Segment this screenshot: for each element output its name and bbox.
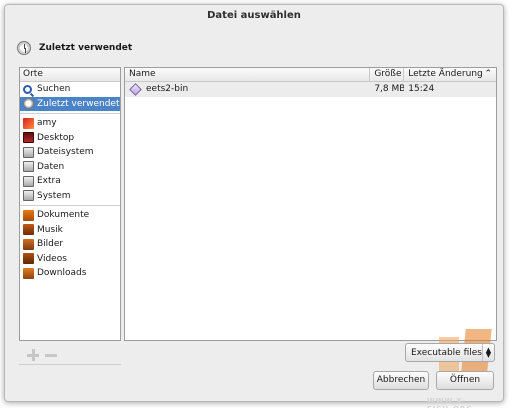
drive-icon [23, 161, 34, 173]
drive-icon [23, 175, 34, 187]
file-chooser-dialog: Datei auswählen Zuletzt verwendet Orte S… [4, 4, 504, 408]
location-bar: Zuletzt verwendet [17, 39, 132, 57]
place-label: Zuletzt verwendet [37, 98, 120, 109]
place-label: Videos [37, 253, 67, 264]
place-label: Bilder [37, 239, 64, 249]
places-sidebar: Orte Suchen Zuletzt verwendet amy Deskto… [19, 67, 121, 341]
place-daten[interactable]: Daten [20, 160, 120, 175]
desktop-icon [23, 132, 34, 144]
place-label: Daten [37, 161, 65, 172]
place-dokumente[interactable]: Dokumente [20, 208, 120, 223]
place-label: System [37, 190, 71, 201]
place-label: Extra [37, 176, 61, 186]
column-modified-label: Letzte Änderung [408, 69, 483, 79]
place-amy[interactable]: amy [20, 116, 120, 131]
music-folder-icon [23, 224, 34, 236]
file-list: Name Größe Letzte Änderung ⌃ eets2-bin 7… [124, 67, 497, 341]
sort-ascending-icon: ⌃ [484, 69, 492, 79]
place-label: amy [37, 118, 57, 128]
remove-bookmark-button[interactable] [45, 349, 57, 361]
pictures-folder-icon [23, 238, 34, 250]
place-extra[interactable]: Extra [20, 174, 120, 189]
file-name: eets2-bin [146, 84, 189, 94]
column-modified-header[interactable]: Letzte Änderung ⌃ [404, 68, 496, 81]
executable-icon [129, 83, 142, 96]
place-bilder[interactable]: Bilder [20, 237, 120, 252]
tools-divider [19, 364, 121, 365]
place-label: Dokumente [37, 210, 90, 220]
documents-folder-icon [23, 209, 34, 221]
place-suchen[interactable]: Suchen [20, 82, 120, 97]
filter-selected-value: Executable files [411, 347, 482, 358]
downloads-folder-icon [23, 267, 34, 279]
watermark-text: WWW.X-FISH.ORG [427, 397, 472, 408]
column-size-header[interactable]: Größe [370, 68, 405, 81]
place-label: Dateisystem [37, 147, 94, 157]
place-musik[interactable]: Musik [20, 223, 120, 238]
file-type-filter[interactable]: Executable files ▲ ▼ [405, 343, 495, 362]
place-system[interactable]: System [20, 189, 120, 204]
place-videos[interactable]: Videos [20, 252, 120, 267]
table-row[interactable]: eets2-bin 7,8 MB 15:24 [125, 82, 496, 97]
drive-icon [23, 190, 34, 202]
place-dateisystem[interactable]: Dateisystem [20, 145, 120, 160]
file-modified: 15:24 [408, 84, 435, 94]
recent-icon [23, 98, 34, 110]
places-separator [20, 205, 120, 206]
videos-folder-icon [23, 253, 34, 265]
up-down-arrows-icon: ▲ ▼ [482, 344, 494, 361]
add-bookmark-button[interactable] [27, 349, 39, 361]
home-folder-icon [23, 117, 34, 129]
place-label: Suchen [37, 84, 71, 94]
places-header[interactable]: Orte [20, 68, 120, 82]
drive-icon [23, 146, 34, 158]
column-name-header[interactable]: Name [125, 68, 371, 81]
place-downloads[interactable]: Downloads [20, 266, 120, 281]
open-button[interactable]: Öffnen [436, 371, 494, 390]
dialog-title: Datei auswählen [207, 10, 301, 21]
place-label: Downloads [37, 268, 87, 278]
file-name-cell: eets2-bin [125, 82, 370, 97]
place-zuletzt-verwendet[interactable]: Zuletzt verwendet [20, 96, 120, 111]
search-icon [23, 84, 32, 94]
place-label: Desktop [37, 132, 75, 143]
place-desktop[interactable]: Desktop [20, 131, 120, 146]
places-separator [20, 113, 120, 114]
file-list-header: Name Größe Letzte Änderung ⌃ [125, 68, 496, 82]
file-size: 7,8 MB [374, 84, 405, 94]
cancel-button[interactable]: Abbrechen [373, 371, 429, 390]
location-label: Zuletzt verwendet [39, 43, 133, 53]
sidebar-tools [27, 349, 57, 361]
place-label: Musik [37, 224, 63, 235]
recent-clock-icon [17, 41, 31, 55]
